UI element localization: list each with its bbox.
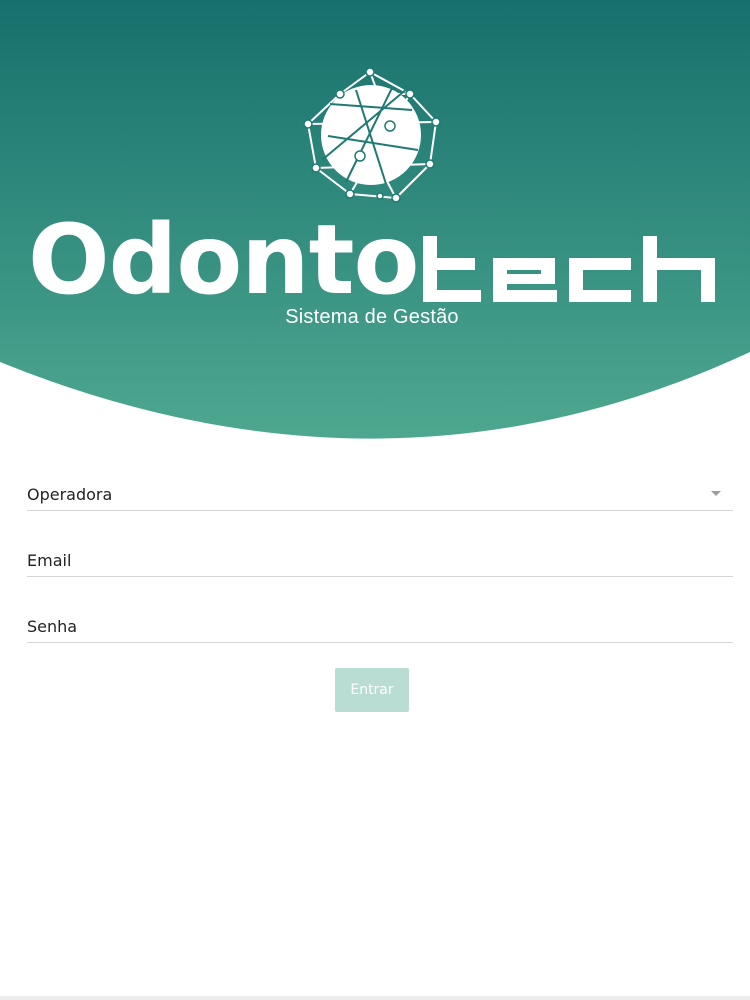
login-form: Operadora Email Senha	[27, 470, 737, 668]
chevron-down-icon[interactable]	[711, 491, 721, 496]
submit-area: Entrar	[0, 668, 744, 712]
brand-name-tech	[423, 236, 715, 302]
email-field[interactable]: Email	[27, 536, 737, 578]
login-button[interactable]: Entrar	[335, 668, 409, 712]
brand-subtitle-text: Sistema de Gestão	[285, 306, 459, 328]
operadora-select[interactable]: Operadora	[27, 470, 733, 511]
email-input[interactable]	[27, 536, 737, 578]
globe-network-icon	[303, 67, 441, 203]
operadora-label: Operadora	[27, 485, 113, 504]
brand-logo: Odonto	[28, 210, 728, 310]
bottom-divider	[0, 996, 750, 1000]
brand-subtitle: Sistema de Gestão	[0, 306, 744, 329]
brand-name-odonto: Odonto	[28, 204, 419, 316]
header-banner: Odonto Sistema de Gestão	[0, 0, 750, 440]
password-input[interactable]	[27, 602, 737, 644]
password-field[interactable]: Senha	[27, 602, 737, 644]
